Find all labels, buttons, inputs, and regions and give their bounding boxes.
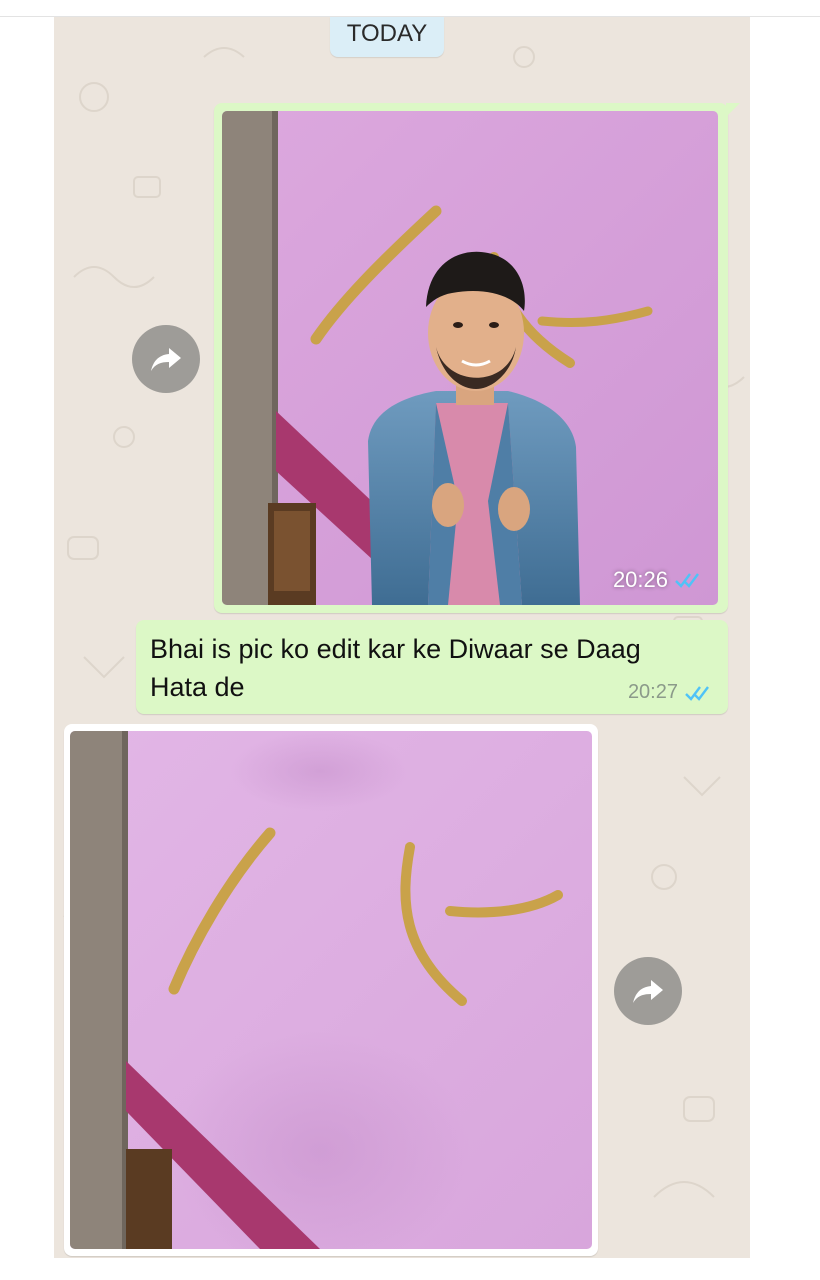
double-check-icon	[675, 573, 699, 588]
photo-edited-wall[interactable]	[70, 731, 592, 1249]
chat-area[interactable]: TODAY 20:26 Bhai is pic ko edit kar ke D…	[54, 17, 750, 1258]
forward-arrow-icon	[151, 348, 181, 371]
outgoing-text-message[interactable]: Bhai is pic ko edit kar ke Diwaar se Daa…	[136, 620, 728, 714]
photo-person-against-wall[interactable]	[222, 111, 718, 605]
bubble-tail	[726, 103, 740, 117]
message-text: Bhai is pic ko edit kar ke Diwaar se Daa…	[150, 634, 641, 702]
double-check-icon	[685, 685, 709, 701]
incoming-image-message[interactable]	[64, 724, 598, 1256]
message-meta: 20:27	[628, 681, 714, 704]
outgoing-image-message[interactable]: 20:26	[214, 103, 740, 613]
message-time: 20:27	[627, 681, 678, 703]
message-time: 20:26	[612, 567, 668, 592]
message-meta: 20:26	[613, 567, 704, 593]
forward-button[interactable]	[132, 325, 200, 393]
date-chip: TODAY	[330, 17, 444, 57]
forward-arrow-icon	[633, 980, 663, 1003]
forward-button[interactable]	[614, 957, 682, 1025]
